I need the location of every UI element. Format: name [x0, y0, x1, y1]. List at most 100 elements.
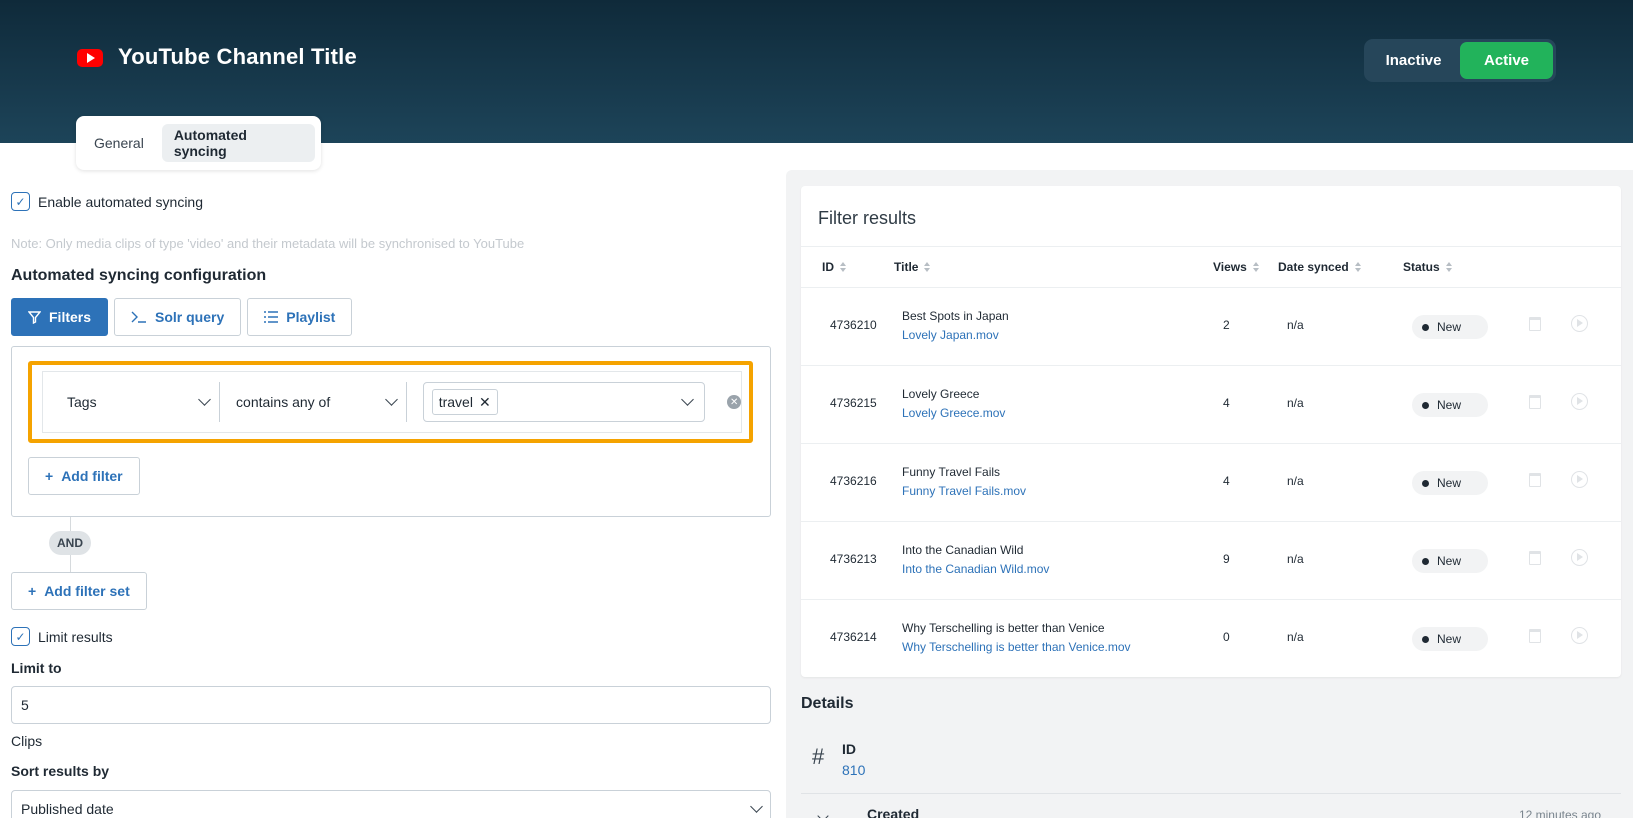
- play-icon[interactable]: [1571, 471, 1588, 488]
- row-date-synced: n/a: [1287, 396, 1304, 410]
- row-date-synced: n/a: [1287, 552, 1304, 566]
- column-status[interactable]: Status: [1403, 260, 1452, 274]
- row-views: 4: [1223, 396, 1230, 410]
- table-row[interactable]: 4736215 Lovely Greece Lovely Greece.mov …: [801, 366, 1621, 444]
- limit-results-checkbox[interactable]: ✓: [11, 627, 30, 646]
- row-file-link[interactable]: Lovely Greece.mov: [902, 406, 1005, 420]
- limit-to-input[interactable]: 5: [11, 686, 771, 724]
- plus-icon: +: [45, 468, 54, 484]
- column-title[interactable]: Title: [894, 260, 931, 274]
- add-filter-set-button[interactable]: + Add filter set: [11, 572, 147, 610]
- table-row[interactable]: 4736214 Why Terschelling is better than …: [801, 600, 1621, 678]
- row-date-synced: n/a: [1287, 474, 1304, 488]
- inactive-button[interactable]: Inactive: [1367, 42, 1460, 79]
- status-label: New: [1437, 398, 1462, 412]
- playlist-mode-label: Playlist: [286, 309, 336, 325]
- chevron-down-icon: [817, 810, 829, 818]
- solr-query-mode-button[interactable]: Solr query: [114, 298, 242, 336]
- details-id-label: ID: [842, 741, 856, 757]
- filter-icon: [28, 310, 41, 324]
- details-created-value: 12 minutes ago: [1518, 808, 1601, 818]
- column-views-label: Views: [1213, 260, 1247, 274]
- plus-icon: +: [28, 583, 37, 599]
- row-views: 4: [1223, 474, 1230, 488]
- column-id[interactable]: ID: [822, 260, 846, 274]
- filters-mode-button[interactable]: Filters: [11, 298, 109, 336]
- config-mode-tabs: Filters Solr query Playlist: [11, 298, 353, 336]
- row-date-synced: n/a: [1287, 630, 1304, 644]
- filter-field-value: Tags: [67, 394, 97, 410]
- trash-icon[interactable]: [1529, 473, 1541, 487]
- column-title-label: Title: [894, 260, 919, 274]
- play-icon[interactable]: [1571, 315, 1588, 332]
- filter-tags-input[interactable]: travel ✕: [422, 382, 706, 422]
- hash-icon: #: [812, 744, 825, 769]
- table-row[interactable]: 4736216 Funny Travel Fails Funny Travel …: [801, 444, 1621, 522]
- clear-filter-icon[interactable]: ✕: [727, 395, 742, 409]
- play-icon[interactable]: [1571, 627, 1588, 644]
- enable-sync-checkbox[interactable]: ✓: [11, 192, 30, 211]
- sort-icon: [1354, 262, 1361, 272]
- details-created-row[interactable]: Created 12 minutes ago: [801, 804, 1621, 818]
- filter-row: Tags contains any of travel ✕ ✕: [42, 371, 742, 433]
- list-icon: [264, 311, 279, 323]
- youtube-logo-icon: [77, 49, 103, 67]
- status-badge: New: [1412, 627, 1488, 651]
- trash-icon[interactable]: [1529, 395, 1541, 409]
- tab-general[interactable]: General: [82, 124, 156, 162]
- limit-unit: Clips: [11, 733, 43, 749]
- trash-icon[interactable]: [1529, 629, 1541, 643]
- filter-field-select[interactable]: Tags: [43, 382, 221, 422]
- results-table-header: ID Title Views Date synced Status: [801, 246, 1621, 288]
- sort-icon: [924, 262, 931, 272]
- tab-automated-syncing[interactable]: Automated syncing: [161, 124, 315, 162]
- column-date-synced-label: Date synced: [1278, 260, 1349, 274]
- sort-icon: [1252, 262, 1259, 272]
- status-label: New: [1437, 476, 1462, 490]
- trash-icon[interactable]: [1529, 317, 1541, 331]
- config-title: Automated syncing configuration: [11, 267, 267, 284]
- sync-note: Note: Only media clips of type 'video' a…: [11, 236, 525, 251]
- playlist-mode-button[interactable]: Playlist: [247, 298, 353, 336]
- row-file-link[interactable]: Why Terschelling is better than Venice.m…: [902, 640, 1131, 654]
- enable-sync-row[interactable]: ✓ Enable automated syncing: [11, 192, 203, 211]
- row-title-cell: Why Terschelling is better than Venice W…: [902, 621, 1131, 654]
- filter-operator-value: contains any of: [236, 394, 331, 410]
- details-id-value: 810: [842, 762, 866, 778]
- status-dot-icon: [1422, 479, 1429, 487]
- table-row[interactable]: 4736210 Best Spots in Japan Lovely Japan…: [801, 288, 1621, 366]
- limit-results-row[interactable]: ✓ Limit results: [11, 627, 113, 646]
- status-label: New: [1437, 554, 1462, 568]
- table-row[interactable]: 4736213 Into the Canadian Wild Into the …: [801, 522, 1621, 600]
- column-id-label: ID: [822, 260, 834, 274]
- trash-icon[interactable]: [1529, 551, 1541, 565]
- details-id-row: # ID 810: [801, 728, 1621, 794]
- add-filter-button[interactable]: + Add filter: [28, 457, 140, 495]
- row-title: Best Spots in Japan: [902, 309, 1009, 323]
- tag-chip: travel ✕: [431, 389, 498, 415]
- row-title-cell: Best Spots in Japan Lovely Japan.mov: [902, 309, 1009, 342]
- row-id: 4736214: [830, 630, 877, 644]
- filter-results-card: Filter results ID Title Views Date synce…: [801, 186, 1621, 677]
- row-file-link[interactable]: Funny Travel Fails.mov: [902, 484, 1026, 498]
- row-file-link[interactable]: Into the Canadian Wild.mov: [902, 562, 1049, 576]
- row-id: 4736216: [830, 474, 877, 488]
- column-views[interactable]: Views: [1213, 260, 1259, 274]
- limit-to-label: Limit to: [11, 660, 62, 676]
- enable-sync-label: Enable automated syncing: [38, 193, 203, 210]
- play-icon[interactable]: [1571, 393, 1588, 410]
- status-toggle[interactable]: Inactive Active: [1364, 39, 1556, 82]
- sort-select[interactable]: Published date: [11, 790, 771, 818]
- status-label: New: [1437, 632, 1462, 646]
- column-date-synced[interactable]: Date synced: [1278, 260, 1361, 274]
- active-button[interactable]: Active: [1460, 42, 1553, 79]
- play-icon[interactable]: [1571, 549, 1588, 566]
- remove-tag-icon[interactable]: ✕: [479, 394, 491, 411]
- details-title: Details: [801, 695, 854, 712]
- check-icon: ✓: [15, 194, 26, 209]
- row-file-link[interactable]: Lovely Japan.mov: [902, 328, 1009, 342]
- row-title-cell: Funny Travel Fails Funny Travel Fails.mo…: [902, 465, 1026, 498]
- filter-operator-select[interactable]: contains any of: [220, 382, 407, 422]
- sort-label: Sort results by: [11, 763, 110, 779]
- row-title: Why Terschelling is better than Venice: [902, 621, 1105, 635]
